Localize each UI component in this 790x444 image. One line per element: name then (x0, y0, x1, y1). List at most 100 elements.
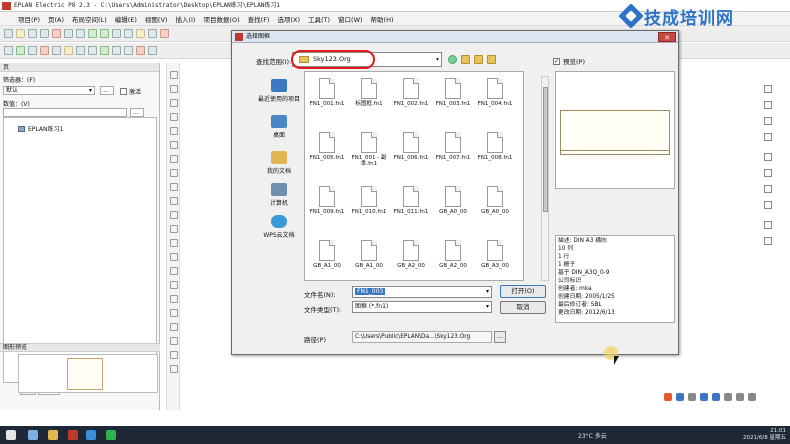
dimension-tool-icon[interactable] (170, 169, 178, 177)
file-item[interactable]: FN1_007.fn1 (433, 132, 473, 161)
activate-checkbox[interactable]: 激活 (120, 87, 141, 96)
file-item[interactable]: GB_A2_00 (391, 240, 431, 269)
weather-widget[interactable]: 23°C 多云 (578, 431, 607, 440)
view-menu-icon[interactable] (487, 55, 496, 64)
contact-icon[interactable] (136, 46, 145, 55)
file-item[interactable]: FN1_008.fn1 (475, 132, 515, 161)
cancel-button[interactable]: 取消 (500, 301, 546, 314)
layer-tool-icon[interactable] (170, 351, 178, 359)
cut-icon[interactable] (52, 29, 61, 38)
t-junction-down-icon[interactable] (764, 153, 772, 161)
text-tool-icon[interactable] (170, 141, 178, 149)
device-icon[interactable] (64, 46, 73, 55)
filter-more-button[interactable]: … (100, 86, 114, 95)
image-tool-icon[interactable] (170, 155, 178, 163)
file-item[interactable]: GB_A0_00 (475, 186, 515, 215)
t-junction-left-icon[interactable] (764, 201, 772, 209)
microphone-icon[interactable] (712, 393, 720, 401)
chamfer-tool-icon[interactable] (170, 295, 178, 303)
move-tool-icon[interactable] (170, 197, 178, 205)
place-recent[interactable]: 最近使用的项目 (250, 79, 308, 103)
close-button[interactable]: ✕ (658, 32, 676, 42)
file-item[interactable]: 标图框.fn1 (349, 78, 389, 107)
chinese-mode-icon[interactable] (676, 393, 684, 401)
rotate-tool-icon[interactable] (170, 211, 178, 219)
page-icon[interactable] (136, 29, 145, 38)
open-button[interactable]: 打开(O) (500, 285, 546, 298)
preview-checkbox[interactable]: ✓ 预览(P) (553, 56, 585, 66)
copy-icon[interactable] (64, 29, 73, 38)
corner-top-right-icon[interactable] (764, 117, 772, 125)
place-documents[interactable]: 我的文档 (250, 151, 308, 175)
path-browse-button[interactable]: … (494, 331, 506, 343)
save-icon[interactable] (28, 29, 37, 38)
interruption-point-icon[interactable] (124, 46, 133, 55)
menu-layout-space[interactable]: 布局空间(L) (72, 14, 107, 24)
undo-icon[interactable] (88, 29, 97, 38)
value-input[interactable] (3, 108, 127, 117)
file-item[interactable]: FN1_001.fn1 (307, 78, 347, 107)
corner-bottom-right-icon[interactable] (764, 133, 772, 141)
menu-find[interactable]: 查找(F) (248, 14, 270, 24)
property-tool-icon[interactable] (170, 365, 178, 373)
scrollbar-thumb[interactable] (543, 87, 548, 212)
file-item[interactable]: FN1_006.fn1 (391, 132, 431, 161)
file-item[interactable]: FN1_005.fn1 (307, 132, 347, 161)
trim-tool-icon[interactable] (170, 253, 178, 261)
plc-icon[interactable] (40, 46, 49, 55)
rectangle-tool-icon[interactable] (170, 99, 178, 107)
print-icon[interactable] (40, 29, 49, 38)
task-view-icon[interactable] (28, 430, 38, 440)
keyboard-icon[interactable] (724, 393, 732, 401)
fillet-tool-icon[interactable] (170, 281, 178, 289)
redo-icon[interactable] (100, 29, 109, 38)
hatch-tool-icon[interactable] (170, 183, 178, 191)
file-list[interactable]: FN1_001.fn1 标图框.fn1 FN1_002.fn1 FN1_003.… (304, 71, 524, 281)
circle-tool-icon[interactable] (170, 113, 178, 121)
value-more-button[interactable]: … (130, 108, 144, 117)
place-desktop[interactable]: 桌面 (250, 115, 308, 139)
menu-project[interactable]: 项目(P) (18, 14, 40, 24)
macro-icon[interactable] (88, 46, 97, 55)
tree-item-project[interactable]: EPLAN练习1 (18, 124, 63, 133)
file-item[interactable]: GB_A2_00 (433, 240, 473, 269)
menu-help[interactable]: 帮助(H) (371, 14, 394, 24)
cross-junction-icon[interactable] (764, 221, 772, 229)
grid-icon[interactable] (124, 29, 133, 38)
sogou-icon[interactable] (664, 393, 672, 401)
file-item[interactable]: FN1_002.fn1 (391, 78, 431, 107)
file-item[interactable]: GB_A0_00 (433, 186, 473, 215)
arc-tool-icon[interactable] (170, 127, 178, 135)
ungroup-tool-icon[interactable] (170, 337, 178, 345)
delete-icon[interactable] (160, 29, 169, 38)
eplan-icon[interactable] (68, 430, 78, 440)
scale-tool-icon[interactable] (170, 239, 178, 247)
place-wps-cloud[interactable]: WPS云文档 (250, 215, 308, 239)
t-junction-right-icon[interactable] (764, 185, 772, 193)
file-item[interactable]: FN1_001 - 副本.fn1 (349, 132, 389, 167)
file-item[interactable]: GB_A1_00 (307, 240, 347, 269)
text-icon[interactable] (148, 29, 157, 38)
line-tool-icon[interactable] (170, 71, 178, 79)
file-item[interactable]: FN1_009.fn1 (307, 186, 347, 215)
preview-checkbox-box[interactable]: ✓ (553, 57, 560, 65)
filter-select[interactable]: 默认 ▾ (3, 86, 95, 95)
menu-tools[interactable]: 工具(T) (308, 14, 330, 24)
black-box-icon[interactable] (100, 46, 109, 55)
new-folder-icon[interactable] (474, 55, 483, 64)
file-item[interactable]: GB_A1_00 (349, 240, 389, 269)
menu-edit[interactable]: 编辑(E) (115, 14, 137, 24)
place-computer[interactable]: 计算机 (250, 183, 308, 207)
start-icon[interactable] (6, 430, 16, 440)
menu-options[interactable]: 选项(X) (277, 14, 300, 24)
t-junction-up-icon[interactable] (764, 169, 772, 177)
skin-icon[interactable] (736, 393, 744, 401)
open-icon[interactable] (16, 29, 25, 38)
menu-insert[interactable]: 插入(I) (175, 14, 195, 24)
active-app-icon[interactable] (86, 430, 96, 440)
file-item[interactable]: FN1_004.fn1 (475, 78, 515, 107)
jumper-icon[interactable] (764, 237, 772, 245)
terminal-icon[interactable] (28, 46, 37, 55)
toolbox-icon[interactable] (748, 393, 756, 401)
cable-icon[interactable] (52, 46, 61, 55)
